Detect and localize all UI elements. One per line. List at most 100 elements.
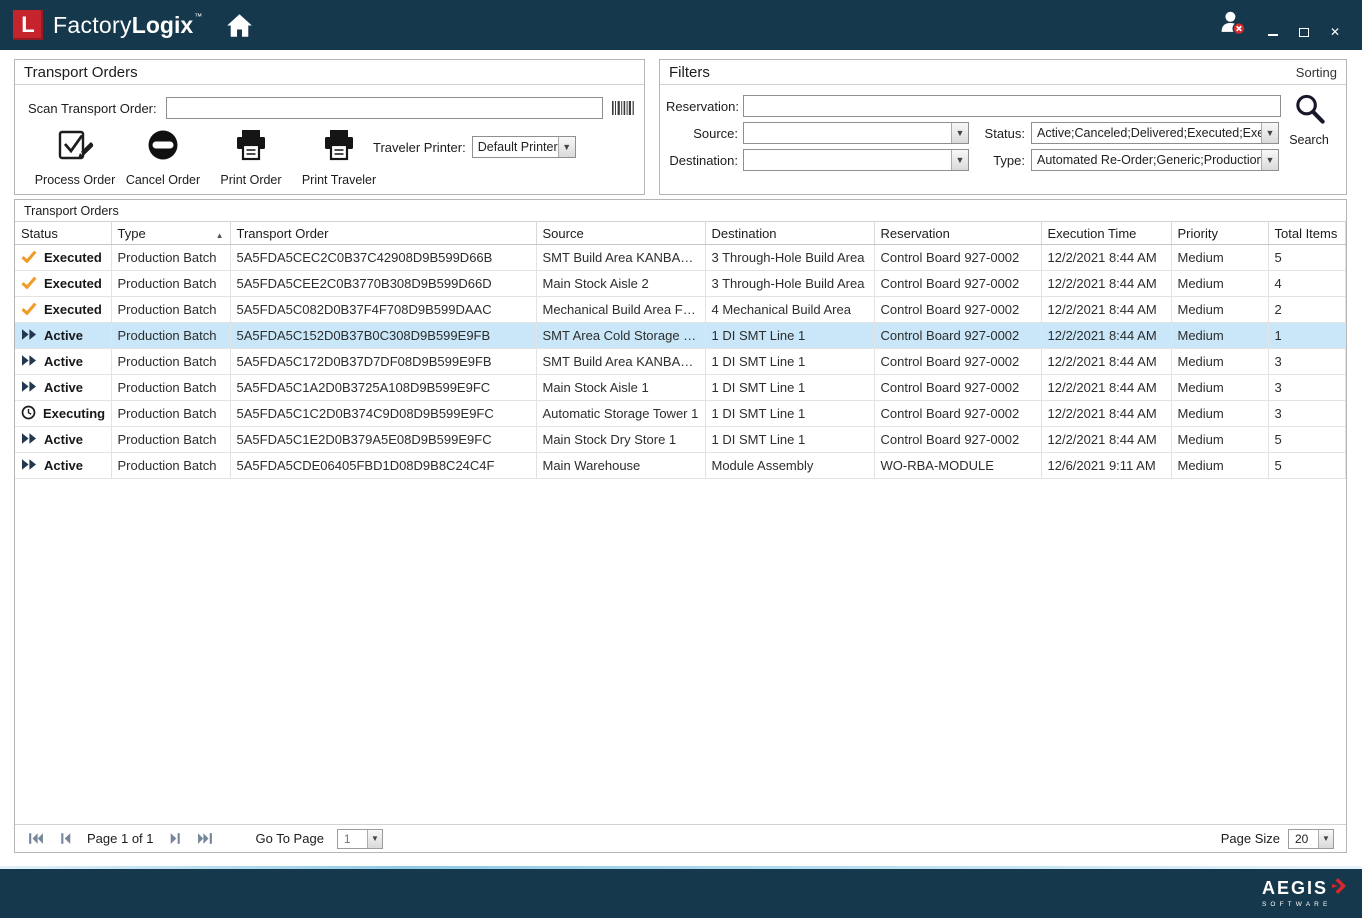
table-row[interactable]: ActiveProduction Batch5A5FDA5C172D0B37D7… (15, 349, 1346, 375)
aegis-arrow-icon (1330, 878, 1346, 899)
table-row[interactable]: ActiveProduction Batch5A5FDA5C1A2D0B3725… (15, 375, 1346, 401)
table-row[interactable]: ExecutedProduction Batch5A5FDA5CEE2C0B37… (15, 271, 1346, 297)
page-indicator: Page 1 of 1 (87, 831, 154, 846)
cell-priority: Medium (1171, 245, 1268, 271)
sort-ascending-icon: ▲ (216, 231, 224, 240)
reservation-input[interactable] (743, 95, 1281, 117)
cell-total-items: 1 (1268, 323, 1346, 349)
cell-destination: 1 DI SMT Line 1 (705, 375, 874, 401)
cell-status: Active (15, 349, 111, 375)
cell-source: Main Stock Aisle 1 (536, 375, 705, 401)
process-order-button[interactable]: Process Order (31, 127, 119, 187)
cell-status: Executing (15, 401, 111, 427)
table-row[interactable]: ExecutedProduction Batch5A5FDA5CEC2C0B37… (15, 245, 1346, 271)
cell-reservation: Control Board 927-0002 (874, 375, 1041, 401)
cell-source: Main Stock Aisle 2 (536, 271, 705, 297)
next-page-button[interactable] (167, 830, 184, 847)
cell-source: Mechanical Build Area Floor... (536, 297, 705, 323)
type-select[interactable]: Automated Re-Order;Generic;Production...… (1031, 149, 1279, 171)
cell-transport-order: 5A5FDA5C1C2D0B374C9D08D9B599E9FC (230, 401, 536, 427)
cell-source: SMT Build Area KANBAN 1 (536, 349, 705, 375)
cell-transport-order: 5A5FDA5CEC2C0B37C42908D9B599D66B (230, 245, 536, 271)
cell-reservation: Control Board 927-0002 (874, 323, 1041, 349)
type-label: Type: (977, 153, 1025, 168)
table-header-row: Status ▲Type Transport Order Source Dest… (15, 222, 1346, 245)
column-header-source[interactable]: Source (536, 222, 705, 245)
active-arrows-icon (21, 328, 37, 344)
barcode-icon (612, 101, 634, 115)
goto-page-input[interactable]: 1 ▼ (337, 829, 383, 849)
pagination-bar: Page 1 of 1 Go To Page 1 ▼ Page Size 20 (15, 824, 1346, 852)
cell-destination: 3 Through-Hole Build Area (705, 271, 874, 297)
cell-status: Executed (15, 297, 111, 323)
reservation-row: Reservation: (666, 95, 1281, 117)
cell-type: Production Batch (111, 453, 230, 479)
status-select[interactable]: Active;Canceled;Delivered;Executed;Exec.… (1031, 122, 1279, 144)
cell-type: Production Batch (111, 297, 230, 323)
search-button[interactable]: Search (1280, 92, 1338, 147)
status-label: Status: (977, 126, 1025, 141)
table-row[interactable]: ActiveProduction Batch5A5FDA5C1E2D0B379A… (15, 427, 1346, 453)
cell-transport-order: 5A5FDA5CEE2C0B3770B308D9B599D66D (230, 271, 536, 297)
aegis-brand-text: AEGIS (1262, 878, 1328, 899)
source-select[interactable]: ▼ (743, 122, 969, 144)
table-row[interactable]: Active Production Batch5A5FDA5C152D0B37B0… (15, 323, 1346, 349)
table-row[interactable]: ActiveProduction Batch5A5FDA5CDE06405FBD… (15, 453, 1346, 479)
cell-destination: 3 Through-Hole Build Area (705, 245, 874, 271)
user-logout-icon[interactable] (1219, 9, 1246, 41)
close-button[interactable]: ✕ (1328, 25, 1342, 39)
source-label: Source: (666, 126, 738, 141)
last-page-button[interactable] (197, 830, 214, 847)
titlebar-right: ✕ (1219, 9, 1362, 41)
cell-priority: Medium (1171, 401, 1268, 427)
first-page-button[interactable] (27, 830, 44, 847)
column-header-status[interactable]: Status (15, 222, 111, 245)
print-order-icon (233, 127, 269, 168)
home-icon[interactable] (226, 13, 253, 38)
chevron-down-icon: ▼ (1261, 150, 1278, 170)
cell-total-items: 3 (1268, 401, 1346, 427)
print-order-button[interactable]: Print Order (207, 127, 295, 187)
traveler-printer-select[interactable]: Default Printer ▼ (472, 136, 576, 158)
column-header-priority[interactable]: Priority (1171, 222, 1268, 245)
page-size-section: Page Size 20 ▼ (1221, 829, 1334, 849)
destination-select[interactable]: ▼ (743, 149, 969, 171)
cancel-order-icon (145, 127, 181, 168)
maximize-icon (1299, 28, 1309, 37)
column-header-transport-order[interactable]: Transport Order (230, 222, 536, 245)
scan-transport-order-input[interactable] (166, 97, 603, 119)
column-header-reservation[interactable]: Reservation (874, 222, 1041, 245)
minimize-button[interactable] (1266, 25, 1280, 39)
cell-transport-order: 5A5FDA5CDE06405FBD1D08D9B8C24C4F (230, 453, 536, 479)
cancel-order-button[interactable]: Cancel Order (119, 127, 207, 187)
table-row[interactable]: ExecutedProduction Batch5A5FDA5C082D0B37… (15, 297, 1346, 323)
factorylogix-logo-icon: L (13, 10, 43, 40)
print-traveler-button[interactable]: Print Traveler (295, 127, 383, 187)
chevron-down-icon: ▼ (367, 830, 382, 848)
panel-title: Filters (669, 64, 710, 81)
cell-total-items: 2 (1268, 297, 1346, 323)
cell-transport-order: 5A5FDA5C152D0B37B0C308D9B599E9FB (230, 323, 536, 349)
cell-transport-order: 5A5FDA5C1E2D0B379A5E08D9B599E9FC (230, 427, 536, 453)
column-header-type[interactable]: ▲Type (111, 222, 230, 245)
previous-page-button[interactable] (57, 830, 74, 847)
sorting-link[interactable]: Sorting (1296, 65, 1337, 80)
column-header-destination[interactable]: Destination (705, 222, 874, 245)
status-label: Active (44, 328, 83, 343)
executed-check-icon (21, 250, 37, 266)
cell-reservation: Control Board 927-0002 (874, 271, 1041, 297)
status-label: Active (44, 354, 83, 369)
goto-page-value: 1 (338, 830, 367, 848)
cell-transport-order: 5A5FDA5C1A2D0B3725A108D9B599E9FC (230, 375, 536, 401)
column-header-total-items[interactable]: Total Items (1268, 222, 1346, 245)
panel-title: Transport Orders (24, 64, 138, 81)
page-size-select[interactable]: 20 ▼ (1288, 829, 1334, 849)
cell-type: Production Batch (111, 323, 230, 349)
maximize-button[interactable] (1297, 25, 1311, 39)
cell-type: Production Batch (111, 427, 230, 453)
table-row[interactable]: ExecutingProduction Batch5A5FDA5C1C2D0B3… (15, 401, 1346, 427)
column-header-execution-time[interactable]: Execution Time (1041, 222, 1171, 245)
chevron-down-icon: ▼ (951, 123, 968, 143)
logo-letter: L (21, 12, 34, 38)
cell-priority: Medium (1171, 375, 1268, 401)
